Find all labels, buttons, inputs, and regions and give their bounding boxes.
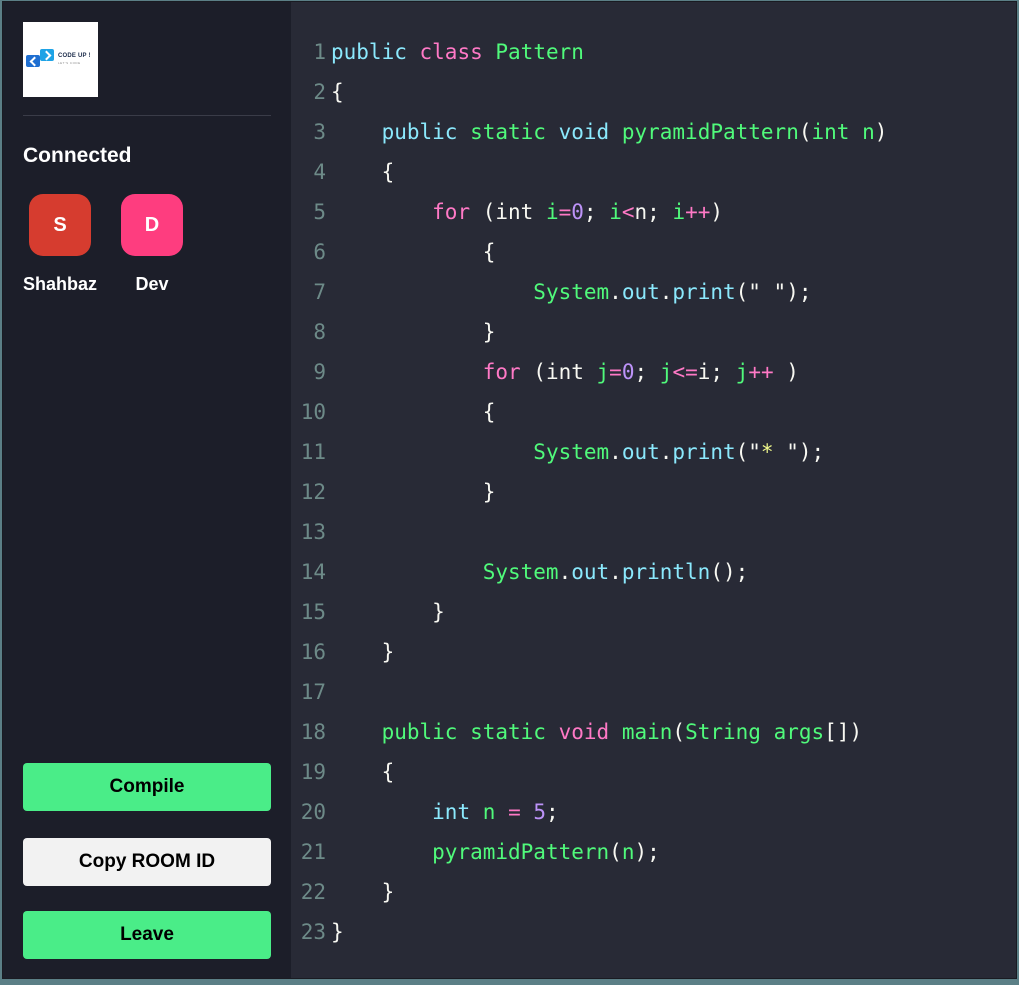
line-number: 4 bbox=[313, 160, 326, 184]
code-text[interactable] bbox=[329, 672, 331, 712]
line-number: 1 bbox=[313, 40, 326, 64]
line-number: 12 bbox=[300, 480, 326, 504]
code-line[interactable]: 22 } bbox=[291, 872, 1016, 912]
code-text[interactable]: int n = 5; bbox=[329, 792, 559, 832]
code-line[interactable]: 13 bbox=[291, 512, 1016, 552]
avatar: S bbox=[29, 194, 91, 256]
line-number: 7 bbox=[313, 280, 326, 304]
code-text[interactable]: pyramidPattern(n); bbox=[329, 832, 660, 872]
connected-heading: Connected bbox=[23, 144, 132, 167]
code-text[interactable]: } bbox=[329, 872, 395, 912]
client-name: Dev bbox=[135, 274, 169, 294]
compile-button[interactable]: Compile bbox=[23, 763, 271, 811]
line-number: 18 bbox=[300, 720, 326, 744]
line-number: 11 bbox=[300, 440, 326, 464]
line-number: 10 bbox=[300, 400, 326, 424]
code-text[interactable]: { bbox=[329, 232, 496, 272]
code-line[interactable]: 2{ bbox=[291, 72, 1016, 112]
code-brackets-icon bbox=[26, 48, 56, 71]
logo-subtitle: LET'S CODE bbox=[58, 60, 81, 65]
code-line[interactable]: 4 { bbox=[291, 152, 1016, 192]
code-line[interactable]: 10 { bbox=[291, 392, 1016, 432]
line-number: 17 bbox=[300, 680, 326, 704]
code-text[interactable]: { bbox=[329, 152, 395, 192]
code-line[interactable]: 21 pyramidPattern(n); bbox=[291, 832, 1016, 872]
code-line[interactable]: 8 } bbox=[291, 312, 1016, 352]
code-line[interactable]: 18 public static void main(String args[]… bbox=[291, 712, 1016, 752]
code-text[interactable]: System.out.print(" "); bbox=[329, 272, 811, 312]
code-text[interactable] bbox=[329, 512, 331, 552]
sidebar-divider bbox=[23, 115, 271, 116]
code-line[interactable]: 23} bbox=[291, 912, 1016, 952]
line-number: 6 bbox=[313, 240, 326, 264]
code-editor[interactable]: 1 public class Pattern 2{3 public static v… bbox=[291, 2, 1016, 978]
line-number: 5 bbox=[313, 200, 326, 224]
line-number: 14 bbox=[300, 560, 326, 584]
code-line[interactable]: 17 bbox=[291, 672, 1016, 712]
client-name: Shahbaz bbox=[23, 274, 98, 294]
code-line[interactable]: 11 System.out.print("* "); bbox=[291, 432, 1016, 472]
code-text[interactable]: } bbox=[329, 312, 496, 352]
line-number: 3 bbox=[313, 120, 326, 144]
code-text[interactable]: public static void main(String args[]) bbox=[329, 712, 863, 752]
code-line[interactable]: 3 public static void pyramidPattern(int … bbox=[291, 112, 1016, 152]
code-text[interactable]: } bbox=[329, 912, 344, 952]
code-text[interactable]: public static void pyramidPattern(int n) bbox=[329, 112, 888, 152]
line-number: 16 bbox=[300, 640, 326, 664]
line-number: 9 bbox=[313, 360, 326, 384]
line-number: 19 bbox=[300, 760, 326, 784]
code-text[interactable]: { bbox=[329, 392, 496, 432]
code-text[interactable]: for (int j=0; j<=i; j++ ) bbox=[329, 352, 799, 392]
client-item: D Dev bbox=[121, 194, 184, 295]
code-text[interactable]: public class Pattern bbox=[329, 32, 584, 72]
copy-room-id-button[interactable]: Copy ROOM ID bbox=[23, 838, 271, 886]
code-line[interactable]: 14 System.out.println(); bbox=[291, 552, 1016, 592]
line-number: 13 bbox=[300, 520, 326, 544]
code-line[interactable]: 15 } bbox=[291, 592, 1016, 632]
logo-title: CODE UP ! bbox=[58, 52, 91, 59]
avatar: D bbox=[121, 194, 184, 256]
line-number: 21 bbox=[300, 840, 326, 864]
leave-button[interactable]: Leave bbox=[23, 911, 271, 959]
line-number: 15 bbox=[300, 600, 326, 624]
code-line[interactable]: 6 { bbox=[291, 232, 1016, 272]
code-line[interactable]: 12 } bbox=[291, 472, 1016, 512]
client-item: S Shahbaz bbox=[23, 194, 97, 295]
code-line[interactable]: 9 for (int j=0; j<=i; j++ ) bbox=[291, 352, 1016, 392]
code-text[interactable]: } bbox=[329, 592, 445, 632]
code-line[interactable]: 16 } bbox=[291, 632, 1016, 672]
code-text[interactable]: System.out.println(); bbox=[329, 552, 749, 592]
app-window: CODE UP ! LET'S CODE Connected S Shahbaz… bbox=[3, 2, 1016, 978]
code-text[interactable]: System.out.print("* "); bbox=[329, 432, 824, 472]
line-number: 20 bbox=[300, 800, 326, 824]
client-list: S Shahbaz D Dev bbox=[23, 194, 184, 295]
code-text[interactable]: { bbox=[329, 72, 344, 112]
code-text[interactable]: for (int i=0; i<n; i++) bbox=[329, 192, 723, 232]
code-line[interactable]: 7 System.out.print(" "); bbox=[291, 272, 1016, 312]
code-line[interactable]: 1 public class Pattern bbox=[291, 32, 1016, 72]
line-number: 22 bbox=[300, 880, 326, 904]
code-line[interactable]: 5 for (int i=0; i<n; i++) bbox=[291, 192, 1016, 232]
line-number: 23 bbox=[300, 920, 326, 944]
code-text[interactable]: { bbox=[329, 752, 395, 792]
sidebar: CODE UP ! LET'S CODE Connected S Shahbaz… bbox=[3, 2, 291, 978]
code-text[interactable]: } bbox=[329, 632, 395, 672]
app-logo: CODE UP ! LET'S CODE bbox=[23, 22, 98, 97]
line-number: 2 bbox=[313, 80, 326, 104]
code-text[interactable]: } bbox=[329, 472, 496, 512]
code-line[interactable]: 20 int n = 5; bbox=[291, 792, 1016, 832]
line-number: 8 bbox=[313, 320, 326, 344]
code-line[interactable]: 19 { bbox=[291, 752, 1016, 792]
